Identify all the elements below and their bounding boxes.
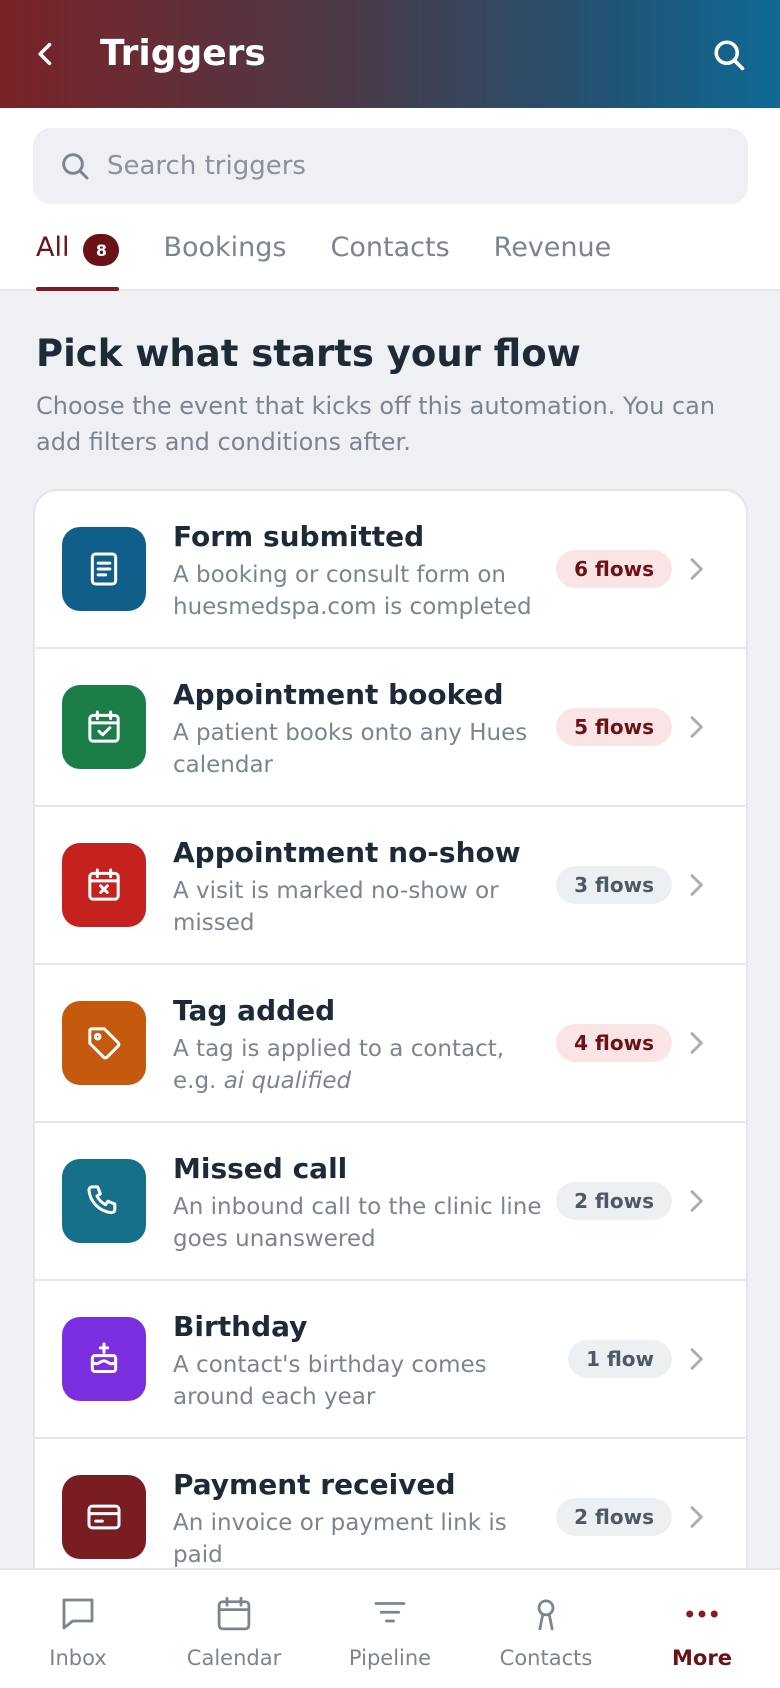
trigger-description: An invoice or payment link is paid xyxy=(173,1510,507,1568)
flow-count-badge: 1 flow xyxy=(568,1340,672,1378)
tab-label: Contacts xyxy=(330,232,450,263)
tab-label: All xyxy=(36,232,70,263)
trigger-title: Form submitted xyxy=(173,520,425,553)
tag-example: ai qualified xyxy=(223,1068,352,1094)
app-header: Triggers xyxy=(0,0,780,108)
tab-all[interactable]: All 8 xyxy=(36,222,120,291)
trigger-title: Tag added xyxy=(173,994,336,1027)
nav-contacts[interactable]: Contacts xyxy=(468,1570,624,1688)
chevron-right-icon xyxy=(690,558,703,580)
flow-count-badge: 4 flows xyxy=(556,1024,672,1062)
more-icon xyxy=(680,1592,724,1636)
search-icon xyxy=(62,153,89,180)
tab-revenue[interactable]: Revenue xyxy=(494,222,612,290)
calendar-check-icon xyxy=(62,685,146,769)
trigger-description: A booking or consult form on huesmedspa.… xyxy=(173,562,532,620)
nav-label: Calendar xyxy=(186,1646,282,1670)
page-title: Triggers xyxy=(100,33,266,74)
tab-label: Bookings xyxy=(163,232,287,263)
trigger-row-birthday[interactable]: Birthday A contact's birthday comes arou… xyxy=(35,1281,746,1439)
trigger-description: A contact's birthday comes around each y… xyxy=(173,1352,487,1410)
trigger-title: Payment received xyxy=(173,1468,456,1501)
nav-pipeline[interactable]: Pipeline xyxy=(312,1570,468,1688)
section-title: Pick what starts your flow xyxy=(36,332,581,375)
trigger-description: An inbound call to the clinic line goes … xyxy=(173,1194,542,1252)
trigger-row-appointment-booked[interactable]: Appointment booked A patient books onto … xyxy=(35,649,746,807)
tab-contacts[interactable]: Contacts xyxy=(331,222,450,290)
trigger-title: Appointment booked xyxy=(173,678,504,711)
chevron-right-icon xyxy=(690,1348,703,1370)
nav-label: Inbox xyxy=(49,1646,107,1670)
nav-label: More xyxy=(672,1646,732,1670)
section-subtitle: Choose the event that kicks off this aut… xyxy=(36,392,716,456)
trigger-title: Appointment no-show xyxy=(173,836,521,869)
phone-icon xyxy=(62,1159,146,1243)
trigger-row-missed-call[interactable]: Missed call An inbound call to the clini… xyxy=(35,1123,746,1281)
form-icon xyxy=(62,527,146,611)
calendar-x-icon xyxy=(62,843,146,927)
back-button[interactable] xyxy=(22,30,70,78)
search-input[interactable] xyxy=(107,128,727,204)
credit-card-icon xyxy=(62,1475,146,1559)
trigger-description: A tag is applied to a contact, e.g. ai q… xyxy=(173,1033,543,1097)
chevron-right-icon xyxy=(690,1506,703,1528)
bottom-nav: Inbox Calendar Pipeline Contacts More xyxy=(0,1568,780,1688)
search-box[interactable] xyxy=(33,128,748,204)
cake-icon xyxy=(62,1317,146,1401)
chevron-right-icon xyxy=(690,1190,703,1212)
nav-label: Contacts xyxy=(499,1646,593,1670)
inbox-icon xyxy=(56,1592,100,1636)
nav-label: Pipeline xyxy=(348,1646,432,1670)
chevron-right-icon xyxy=(690,874,703,896)
trigger-title: Missed call xyxy=(173,1152,348,1185)
tag-icon xyxy=(62,1001,146,1085)
filter-icon xyxy=(368,1592,412,1636)
calendar-icon xyxy=(212,1592,256,1636)
count-badge: 8 xyxy=(83,234,120,266)
contact-icon xyxy=(524,1592,568,1636)
trigger-row-appointment-no-show[interactable]: Appointment no-show A visit is marked no… xyxy=(35,807,746,965)
tab-label: Revenue xyxy=(493,232,612,263)
filter-tabs: All 8 Bookings Contacts Revenue xyxy=(36,222,655,291)
nav-calendar[interactable]: Calendar xyxy=(156,1570,312,1688)
trigger-description: A patient books onto any Hues calendar xyxy=(173,720,528,778)
flow-count-badge: 6 flows xyxy=(556,550,672,588)
header-search-button[interactable] xyxy=(704,30,754,80)
nav-more[interactable]: More xyxy=(624,1570,780,1688)
tab-bookings[interactable]: Bookings xyxy=(163,222,286,290)
flow-count-badge: 3 flows xyxy=(556,866,672,904)
trigger-description: A visit is marked no-show or missed xyxy=(173,878,499,936)
search-icon xyxy=(714,40,745,71)
flow-count-badge: 5 flows xyxy=(556,708,672,746)
chevron-left-icon xyxy=(38,42,52,66)
trigger-row-tag-added[interactable]: Tag added A tag is applied to a contact,… xyxy=(35,965,746,1123)
trigger-row-form-submitted[interactable]: Form submitted A booking or consult form… xyxy=(35,491,746,649)
nav-inbox[interactable]: Inbox xyxy=(0,1570,156,1688)
trigger-list: Form submitted A booking or consult form… xyxy=(33,489,748,1688)
chevron-right-icon xyxy=(690,1032,703,1054)
chevron-right-icon xyxy=(690,716,703,738)
flow-count-badge: 2 flows xyxy=(556,1498,672,1536)
trigger-title: Birthday xyxy=(173,1310,308,1343)
flow-count-badge: 2 flows xyxy=(556,1182,672,1220)
